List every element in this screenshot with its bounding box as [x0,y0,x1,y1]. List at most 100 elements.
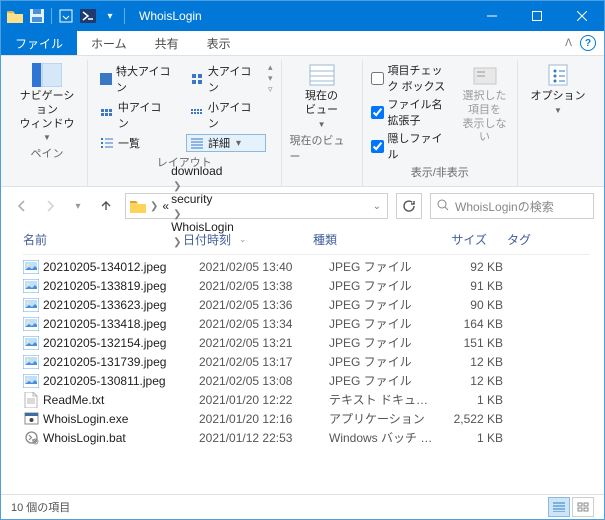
thumbnails-view-button[interactable] [572,497,594,517]
quickaccess-dropdown-icon[interactable]: ▾ [102,8,118,24]
minimize-button[interactable] [469,1,514,31]
layout-scroll-down-icon[interactable]: ▾ [268,73,273,84]
options-icon [542,62,574,88]
file-name: 20210205-133623.jpeg [43,298,199,312]
column-date[interactable]: 日付時刻⌄ [183,231,313,248]
crumb-pc[interactable]: « [162,199,169,213]
layout-details[interactable]: 詳細 ▾ [186,134,266,152]
file-name: ReadMe.txt [43,393,199,407]
titlebar: ▾ WhoisLogin [1,1,604,31]
file-date: 2021/02/05 13:34 [199,317,329,331]
breadcrumb[interactable]: ❯ « download❯security❯WhoisLogin❯ ⌄ [125,193,388,219]
file-kind: JPEG ファイル [329,296,439,313]
file-date: 2021/02/05 13:08 [199,374,329,388]
file-size: 164 KB [439,317,503,331]
search-input[interactable]: WhoisLoginの検索 [430,193,594,219]
file-row[interactable]: ReadMe.txt2021/01/20 12:22テキスト ドキュメント1 K… [23,390,590,409]
file-name: 20210205-133418.jpeg [43,317,199,331]
file-size: 91 KB [439,279,503,293]
chevron-right-icon[interactable]: ❯ [148,201,160,212]
tab-share[interactable]: 共有 [141,31,193,55]
file-list: 名前 日付時刻⌄ 種類 サイズ タグ 20210205-134012.jpeg2… [1,225,604,494]
column-size[interactable]: サイズ [423,231,487,248]
customize-quickaccess-icon[interactable] [58,8,74,24]
layout-medium-icons[interactable]: 中アイコン [96,98,176,132]
file-row[interactable]: WhoisLogin.exe2021/01/20 12:16アプリケーション2,… [23,409,590,428]
file-row[interactable]: 20210205-130811.jpeg2021/02/05 13:08JPEG… [23,371,590,390]
file-row[interactable]: WhoisLogin.bat2021/01/12 22:53Windows バッ… [23,428,590,447]
chevron-right-icon[interactable]: ❯ [171,181,183,192]
layout-extra-large-icons[interactable]: 特大アイコン [96,62,176,96]
crumb-download[interactable]: download [171,164,234,178]
column-name[interactable]: 名前 [23,231,183,248]
file-row[interactable]: 20210205-132154.jpeg2021/02/05 13:21JPEG… [23,333,590,352]
tab-view[interactable]: 表示 [193,31,245,55]
forward-button[interactable] [39,195,61,217]
file-date: 2021/02/05 13:38 [199,279,329,293]
file-row[interactable]: 20210205-131739.jpeg2021/02/05 13:17JPEG… [23,352,590,371]
maximize-button[interactable] [514,1,559,31]
details-icon [190,136,204,150]
details-view-button[interactable] [548,497,570,517]
layout-more-icon[interactable]: ▿ [268,84,273,95]
tab-home[interactable]: ホーム [77,31,141,55]
item-checkboxes-toggle[interactable]: 項目チェック ボックス [371,62,450,94]
ribbon-group-panes: ナビゲーション ウィンドウ ▼ ペイン [7,60,88,186]
file-name: 20210205-132154.jpeg [43,336,199,350]
file-name: 20210205-133819.jpeg [43,279,199,293]
file-size: 90 KB [439,298,503,312]
file-kind: テキスト ドキュメント [329,391,439,408]
column-tag[interactable]: タグ [487,231,531,248]
back-button[interactable] [11,195,33,217]
layout-scroll-up-icon[interactable]: ▴ [268,62,273,73]
file-row[interactable]: 20210205-133623.jpeg2021/02/05 13:36JPEG… [23,295,590,314]
ribbon-group-showhide: 項目チェック ボックス ファイル名拡張子 隠しファイル 選択した項目を 表示しな… [363,60,518,186]
layout-small-icons[interactable]: 小アイコン [186,98,266,132]
file-size: 92 KB [439,260,503,274]
file-name: 20210205-131739.jpeg [43,355,199,369]
file-row[interactable]: 20210205-134012.jpeg2021/02/05 13:40JPEG… [23,257,590,276]
hidden-files-toggle[interactable]: 隠しファイル [371,130,450,162]
file-size: 2,522 KB [439,412,503,426]
column-headers: 名前 日付時刻⌄ 種類 サイズ タグ [23,225,590,255]
options-button[interactable]: オプション ▼ [526,62,590,116]
refresh-button[interactable] [396,193,422,219]
list-icon [100,136,114,150]
ribbon-group-label [556,130,559,148]
navigation-pane-button[interactable]: ナビゲーション ウィンドウ ▼ [15,62,79,143]
address-dropdown-icon[interactable]: ⌄ [371,201,383,212]
navigation-pane-icon [31,62,63,88]
crumb-security[interactable]: security [171,192,234,206]
help-icon[interactable]: ? [580,35,596,51]
ribbon-tabstrip: ファイル ホーム 共有 表示 ᐱ ? [1,31,604,56]
file-row[interactable]: 20210205-133819.jpeg2021/02/05 13:38JPEG… [23,276,590,295]
file-row[interactable]: 20210205-133418.jpeg2021/02/05 13:34JPEG… [23,314,590,333]
hide-selected-icon [469,62,501,88]
save-icon[interactable] [29,8,45,24]
file-kind: アプリケーション [329,410,439,427]
file-size: 1 KB [439,393,503,407]
file-date: 2021/02/05 13:36 [199,298,329,312]
file-date: 2021/02/05 13:40 [199,260,329,274]
layout-large-icons[interactable]: 大アイコン [186,62,266,96]
collapse-ribbon-icon[interactable]: ᐱ [565,38,572,49]
file-kind: JPEG ファイル [329,315,439,332]
file-date: 2021/02/05 13:21 [199,336,329,350]
options-label: オプション [531,90,586,104]
chevron-down-icon: ▼ [318,120,326,130]
file-size: 1 KB [439,431,503,445]
img-file-icon [23,259,39,275]
layout-list[interactable]: 一覧 [96,134,176,152]
close-button[interactable] [559,1,604,31]
file-kind: Windows バッチ ファ... [329,429,439,446]
column-kind[interactable]: 種類 [313,231,423,248]
history-dropdown-button[interactable]: ▾ [67,195,89,217]
tab-file[interactable]: ファイル [1,31,77,55]
chevron-right-icon[interactable]: ❯ [171,209,183,220]
up-button[interactable] [95,195,117,217]
current-view-button[interactable]: 現在の ビュー ▼ [290,62,354,130]
file-extensions-toggle[interactable]: ファイル名拡張子 [371,96,450,128]
file-kind: JPEG ファイル [329,334,439,351]
powershell-icon[interactable] [80,8,96,24]
address-bar: ▾ ❯ « download❯security❯WhoisLogin❯ ⌄ Wh… [1,187,604,225]
